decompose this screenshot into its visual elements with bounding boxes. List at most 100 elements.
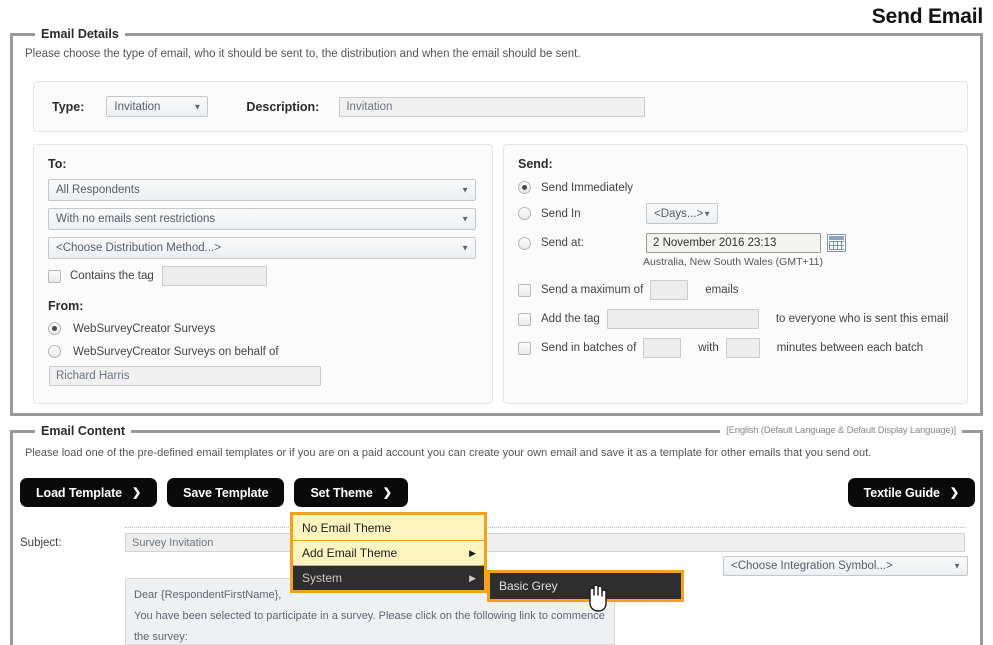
template-button-row: Load Template ❯ Save Template Set Theme … xyxy=(20,478,408,507)
send-maximum-prefix: Send a maximum of xyxy=(541,284,643,296)
email-details-legend: Email Details xyxy=(35,27,125,41)
theme-submenu: Basic Grey xyxy=(487,570,684,602)
send-batches-mid: with xyxy=(698,342,718,354)
contains-tag-checkbox[interactable] xyxy=(48,270,61,283)
send-maximum-row: Send a maximum of emails xyxy=(518,280,953,300)
send-batches-prefix: Send in batches of xyxy=(541,342,636,354)
textile-guide-label: Textile Guide xyxy=(864,486,940,500)
timezone-label: Australia, New South Wales (GMT+11) xyxy=(643,256,953,268)
subject-row: Subject: Survey Invitation xyxy=(20,533,965,552)
send-maximum-suffix: emails xyxy=(705,284,738,296)
email-details-description: Please choose the type of email, who it … xyxy=(13,36,980,60)
audience-select-value: All Respondents xyxy=(56,184,140,196)
send-email-page: Send Email Email Details Please choose t… xyxy=(0,0,993,645)
restrictions-select[interactable]: With no emails sent restrictions ▼ xyxy=(48,208,476,230)
email-content-legend: Email Content xyxy=(35,424,131,438)
chevron-down-icon: ▼ xyxy=(461,244,469,253)
add-tag-suffix: to everyone who is sent this email xyxy=(776,313,949,325)
send-options-card: Send: Send Immediately Send In <Days...>… xyxy=(503,144,968,404)
submenu-arrow-icon: ▶ xyxy=(469,573,476,584)
chevron-right-icon: ❯ xyxy=(950,486,959,499)
chevron-down-icon: ▼ xyxy=(953,562,961,571)
menu-item-no-email-theme[interactable]: No Email Theme xyxy=(293,515,484,540)
content-separator xyxy=(125,527,965,528)
subject-input[interactable]: Survey Invitation xyxy=(125,533,965,552)
distribution-method-value: <Choose Distribution Method...> xyxy=(56,242,221,254)
send-at-datetime-input[interactable]: 2 November 2016 23:13 xyxy=(646,233,821,253)
batch-minutes-input[interactable] xyxy=(726,338,760,358)
menu-item-label: Add Email Theme xyxy=(302,546,397,560)
contains-tag-input[interactable] xyxy=(162,266,267,286)
from-heading: From: xyxy=(48,299,478,313)
theme-dropdown-menu: No Email Theme Add Email Theme ▶ System … xyxy=(290,512,487,593)
chevron-down-icon: ▼ xyxy=(461,186,469,195)
send-batches-suffix: minutes between each batch xyxy=(777,342,923,354)
from-name-value: Richard Harris xyxy=(56,370,130,382)
contains-tag-label: Contains the tag xyxy=(70,270,154,282)
save-template-label: Save Template xyxy=(183,486,268,500)
add-tag-checkbox[interactable] xyxy=(518,313,531,326)
chevron-right-icon: ❯ xyxy=(132,486,141,499)
menu-item-system[interactable]: System ▶ xyxy=(293,565,484,590)
chevron-down-icon: ▼ xyxy=(461,215,469,224)
textile-guide-button[interactable]: Textile Guide ❯ xyxy=(848,478,975,507)
page-title: Send Email xyxy=(872,5,983,29)
send-in-days-select[interactable]: <Days...> ▼ xyxy=(646,203,718,224)
send-in-radio[interactable] xyxy=(518,207,531,220)
email-body-line: You have been selected to participate in… xyxy=(134,606,606,645)
calendar-icon[interactable] xyxy=(827,234,846,252)
type-select[interactable]: Invitation ▼ xyxy=(106,96,208,117)
load-template-button[interactable]: Load Template ❯ xyxy=(20,478,157,507)
send-immediately-row: Send Immediately xyxy=(518,181,953,194)
add-tag-prefix: Add the tag xyxy=(541,313,600,325)
send-at-radio[interactable] xyxy=(518,237,531,250)
from-option-2-label: WebSurveyCreator Surveys on behalf of xyxy=(73,346,279,358)
email-content-description: Please load one of the pre-defined email… xyxy=(13,433,980,459)
send-immediately-radio[interactable] xyxy=(518,181,531,194)
send-maximum-checkbox[interactable] xyxy=(518,284,531,297)
email-details-panel: Email Details Please choose the type of … xyxy=(10,33,983,416)
subject-value: Survey Invitation xyxy=(132,537,213,549)
type-select-value: Invitation xyxy=(114,101,160,113)
send-in-days-value: <Days...> xyxy=(654,208,703,220)
distribution-method-select[interactable]: <Choose Distribution Method...> ▼ xyxy=(48,237,476,259)
description-input[interactable]: Invitation xyxy=(339,97,645,117)
send-immediately-label: Send Immediately xyxy=(541,182,633,194)
from-radio-default[interactable] xyxy=(48,322,61,335)
chevron-down-icon: ▼ xyxy=(703,209,711,218)
set-theme-button[interactable]: Set Theme ❯ xyxy=(294,478,407,507)
send-maximum-input[interactable] xyxy=(650,280,688,300)
send-in-row: Send In <Days...> ▼ xyxy=(518,203,953,224)
subject-label: Subject: xyxy=(20,537,125,549)
load-template-label: Load Template xyxy=(36,486,122,500)
from-option-1-label: WebSurveyCreator Surveys xyxy=(73,323,215,335)
description-input-value: Invitation xyxy=(346,101,392,113)
send-batches-checkbox[interactable] xyxy=(518,342,531,355)
send-at-datetime-value: 2 November 2016 23:13 xyxy=(653,237,776,249)
menu-item-label: System xyxy=(302,571,342,585)
send-at-label: Send at: xyxy=(541,237,646,249)
restrictions-select-value: With no emails sent restrictions xyxy=(56,213,215,225)
integration-symbol-select[interactable]: <Choose Integration Symbol...> ▼ xyxy=(723,556,968,576)
menu-item-add-email-theme[interactable]: Add Email Theme ▶ xyxy=(293,540,484,565)
from-radio-on-behalf[interactable] xyxy=(48,345,61,358)
type-label: Type: xyxy=(52,100,84,114)
send-batches-row: Send in batches of with minutes between … xyxy=(518,338,953,358)
add-tag-input[interactable] xyxy=(607,309,759,329)
from-name-input[interactable]: Richard Harris xyxy=(49,366,321,386)
add-tag-row: Add the tag to everyone who is sent this… xyxy=(518,309,953,329)
submenu-arrow-icon: ▶ xyxy=(469,548,476,559)
integration-symbol-value: <Choose Integration Symbol...> xyxy=(731,560,893,572)
audience-select[interactable]: All Respondents ▼ xyxy=(48,179,476,201)
submenu-item-basic-grey[interactable]: Basic Grey xyxy=(490,573,681,599)
menu-item-label: No Email Theme xyxy=(302,521,391,535)
set-theme-label: Set Theme xyxy=(310,486,372,500)
description-label: Description: xyxy=(246,100,319,114)
recipients-card: To: All Respondents ▼ With no emails sen… xyxy=(33,144,493,404)
save-template-button[interactable]: Save Template xyxy=(167,478,284,507)
batch-size-input[interactable] xyxy=(643,338,681,358)
send-heading: Send: xyxy=(518,157,953,171)
send-at-row: Send at: 2 November 2016 23:13 xyxy=(518,233,953,253)
language-note: [English (Default Language & Default Dis… xyxy=(720,425,962,436)
chevron-right-icon: ❯ xyxy=(383,486,392,499)
